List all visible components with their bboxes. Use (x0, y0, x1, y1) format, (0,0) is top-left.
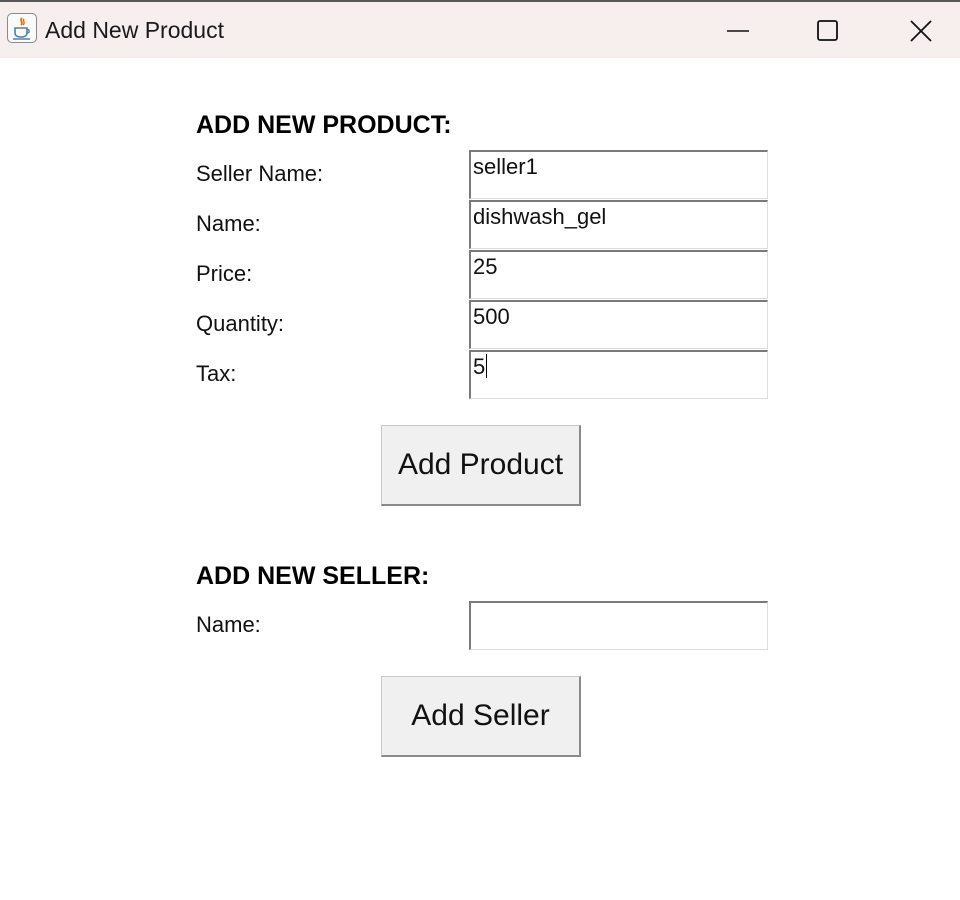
add-product-button[interactable]: Add Product (381, 425, 581, 506)
tax-input[interactable]: 5 (469, 350, 768, 399)
quantity-label: Quantity: (196, 311, 285, 336)
tax-label: Tax: (196, 361, 237, 386)
close-button[interactable] (890, 2, 950, 58)
new-seller-name-input[interactable] (469, 601, 768, 650)
product-name-label: Name: (196, 211, 261, 236)
seller-section-heading: ADD NEW SELLER: (196, 562, 430, 590)
text-caret (486, 354, 488, 378)
seller-name-new-label: Name: (196, 612, 261, 637)
maximize-button[interactable] (797, 2, 857, 58)
seller-name-input[interactable]: seller1 (469, 150, 768, 199)
title-bar[interactable]: Add New Product (0, 0, 960, 58)
price-label: Price: (196, 261, 253, 286)
java-cup-icon[interactable] (7, 13, 37, 43)
product-name-value: dishwash_gel (473, 204, 607, 229)
tax-value: 5 (473, 354, 486, 379)
add-seller-button[interactable]: Add Seller (381, 676, 581, 757)
product-name-input[interactable]: dishwash_gel (469, 200, 768, 249)
quantity-input[interactable]: 500 (469, 300, 768, 349)
price-input[interactable]: 25 (469, 250, 768, 299)
app-window: Add New Product ADD NEW PRODUCT: Seller … (0, 0, 960, 900)
quantity-value: 500 (473, 304, 510, 329)
seller-name-value: seller1 (473, 154, 538, 179)
minimize-button[interactable] (707, 2, 767, 58)
product-section-heading: ADD NEW PRODUCT: (196, 111, 452, 139)
price-value: 25 (473, 254, 498, 279)
seller-name-label: Seller Name: (196, 161, 324, 186)
window-title: Add New Product (45, 17, 224, 43)
